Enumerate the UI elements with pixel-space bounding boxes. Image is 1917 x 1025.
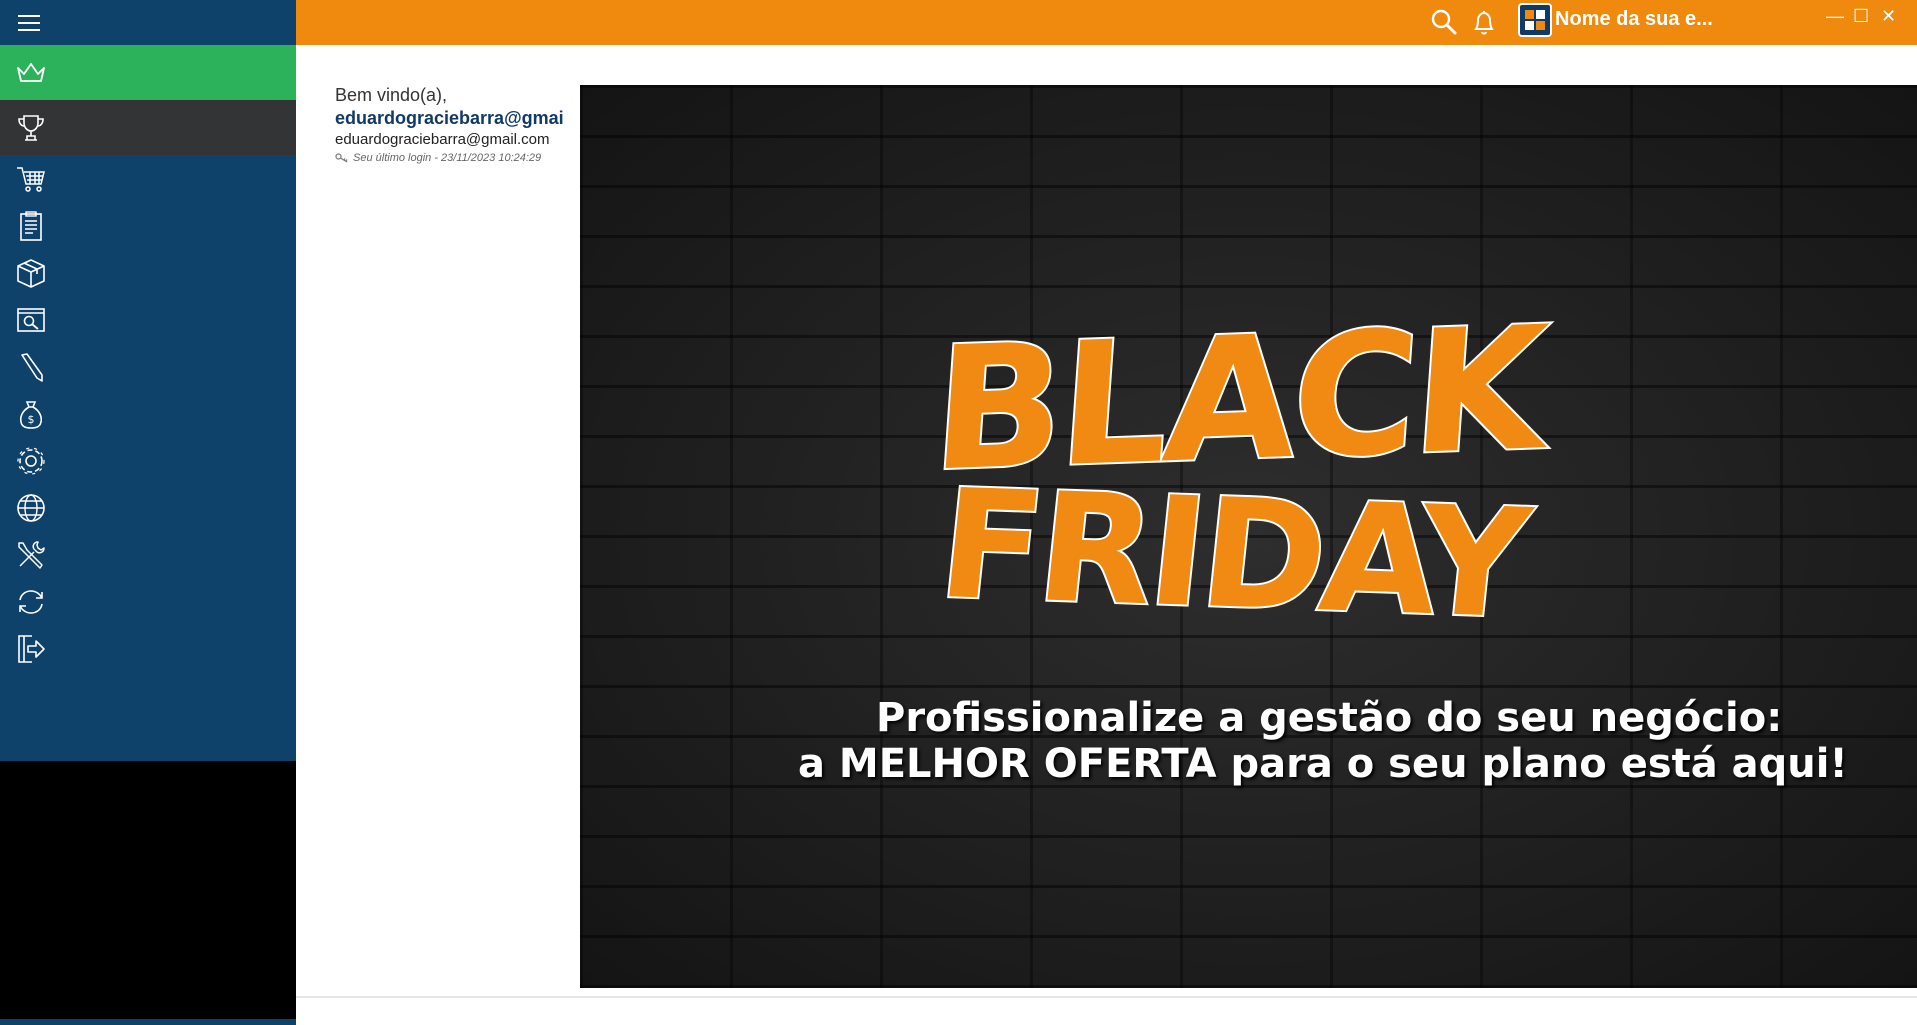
sync-icon <box>19 589 43 614</box>
cart-icon <box>17 166 45 192</box>
banner-promo-line2: a MELHOR OFERTA para o seu plano está aq… <box>798 741 1848 787</box>
sidebar: $ <box>0 0 296 761</box>
company-logo-icon <box>1525 10 1545 30</box>
trophy-icon <box>18 114 44 141</box>
sidebar-item-dashboard[interactable] <box>0 45 296 100</box>
tools-icon <box>18 540 45 569</box>
close-button[interactable]: ✕ <box>1881 6 1896 27</box>
promo-highlight: MELHOR OFERTA <box>838 741 1217 787</box>
sidebar-item-settings[interactable] <box>0 437 296 484</box>
company-name[interactable]: Nome da sua e... <box>1555 8 1713 31</box>
banner-promo-line1: Profissionalize a gestão do seu negócio: <box>876 695 1783 741</box>
search-window-icon <box>17 307 45 332</box>
sidebar-item-achievements[interactable] <box>0 100 296 155</box>
sidebar-item-edit[interactable] <box>0 343 296 390</box>
last-login-text: Seu último login - 23/11/2023 10:24:29 <box>353 152 542 164</box>
last-login: Seu último login - 23/11/2023 10:24:29 <box>335 152 564 164</box>
sidebar-bottom-strip <box>0 1019 296 1025</box>
company-logo[interactable] <box>1518 3 1552 37</box>
sidebar-item-logout[interactable] <box>0 625 296 672</box>
clipboard-icon <box>20 210 42 241</box>
welcome-panel: Bem vindo(a), eduardogracіebarra@gmai ed… <box>335 85 564 164</box>
svg-text:$: $ <box>28 413 35 426</box>
sidebar-item-orders[interactable] <box>0 202 296 249</box>
globe-icon <box>17 493 45 522</box>
bell-icon[interactable] <box>1468 6 1500 38</box>
sidebar-item-products[interactable] <box>0 249 296 296</box>
welcome-email: eduardogracіebarra@gmail.com <box>335 131 550 148</box>
sidebar-item-tools[interactable] <box>0 531 296 578</box>
welcome-greeting: Bem vindo(a), <box>335 85 448 105</box>
search-icon[interactable] <box>1428 6 1460 38</box>
pencil-icon <box>21 352 43 382</box>
crown-icon <box>17 62 45 82</box>
welcome-username: eduardogracіebarra@gmai <box>335 108 564 128</box>
banner-title-friday: FRIDAY <box>930 456 1535 654</box>
content-divider <box>296 996 1917 998</box>
key-icon <box>335 153 348 163</box>
sidebar-item-sales[interactable] <box>0 155 296 202</box>
maximize-button[interactable]: ☐ <box>1853 6 1869 27</box>
menu-toggle[interactable] <box>0 0 296 45</box>
hamburger-icon[interactable] <box>18 14 40 32</box>
sidebar-empty-area <box>0 761 296 1025</box>
minimize-button[interactable]: — <box>1826 6 1844 27</box>
logout-icon <box>18 634 45 663</box>
sidebar-item-finance[interactable]: $ <box>0 390 296 437</box>
promo-suffix: para o seu plano está aqui! <box>1216 741 1848 787</box>
box-icon <box>17 258 45 288</box>
black-friday-banner[interactable]: BLACK FRIDAY Profissionalize a gestão do… <box>580 85 1917 988</box>
main-content: Bem vindo(a), eduardogracіebarra@gmai ed… <box>296 45 1917 1025</box>
sidebar-item-sync[interactable] <box>0 578 296 625</box>
gear-icon <box>17 446 45 475</box>
sidebar-item-reports[interactable] <box>0 296 296 343</box>
promo-prefix: a <box>798 741 839 787</box>
top-bar: Nome da sua e... — ☐ ✕ <box>296 0 1917 45</box>
sidebar-item-web[interactable] <box>0 484 296 531</box>
money-bag-icon: $ <box>19 400 43 429</box>
